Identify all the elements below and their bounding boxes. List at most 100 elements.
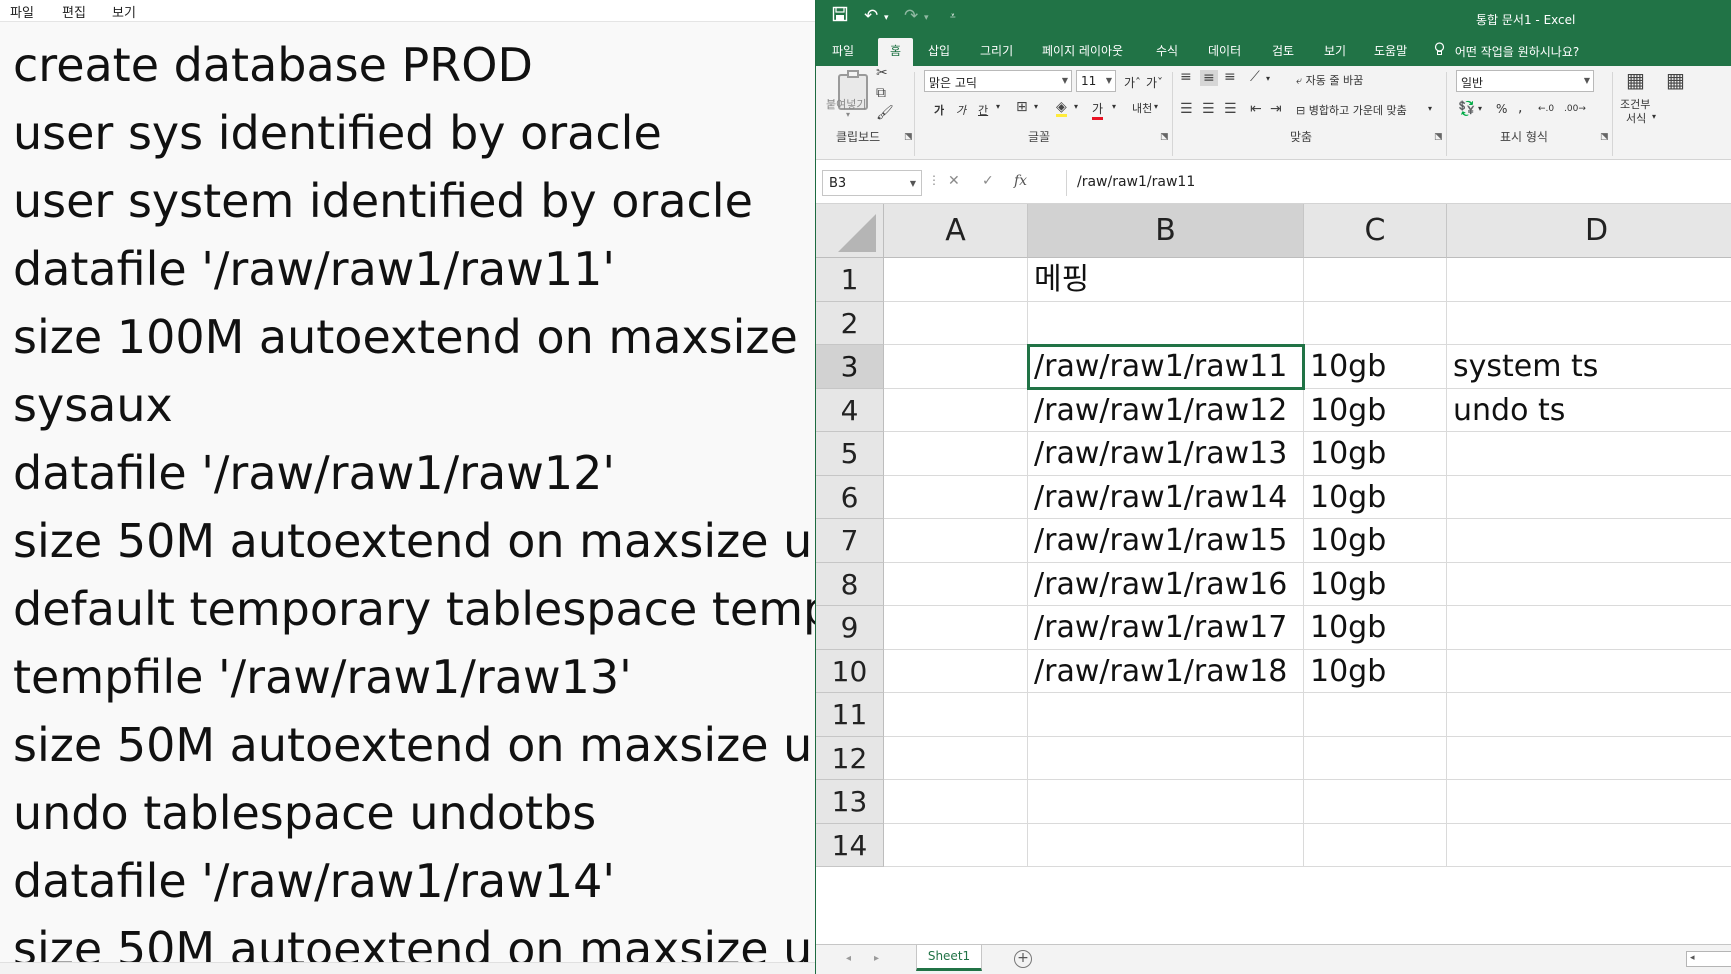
- cell-d13[interactable]: [1447, 780, 1731, 824]
- cell-d12[interactable]: [1447, 737, 1731, 780]
- row-header[interactable]: 2: [816, 301, 884, 345]
- cell-c13[interactable]: [1304, 780, 1447, 824]
- cell-b13[interactable]: [1028, 780, 1304, 824]
- row-header[interactable]: 12: [816, 736, 884, 780]
- cell-c10[interactable]: 10gb: [1304, 649, 1447, 693]
- cell-a6[interactable]: [884, 475, 1028, 519]
- menu-view[interactable]: 보기: [112, 2, 136, 21]
- cell-a1[interactable]: [884, 258, 1028, 302]
- cell-c2[interactable]: [1304, 301, 1447, 345]
- customize-toolbar-icon[interactable]: ⩡: [950, 11, 956, 22]
- cell-b12[interactable]: [1028, 736, 1304, 780]
- row-header[interactable]: 13: [816, 780, 884, 824]
- cell-b2[interactable]: [1028, 301, 1304, 345]
- fill-color-icon[interactable]: ◈: [1056, 100, 1067, 117]
- cell-c12[interactable]: [1304, 736, 1447, 780]
- cell-c6[interactable]: 10gb: [1304, 475, 1447, 519]
- cut-icon[interactable]: ✂: [876, 66, 888, 80]
- cell-d4[interactable]: undo ts: [1447, 389, 1731, 432]
- worksheet-grid[interactable]: A B C D 1 메핑 2 3/raw/raw1/raw11 10gb system t…: [816, 204, 1731, 944]
- cell-b7[interactable]: /raw/raw1/raw15: [1028, 519, 1304, 563]
- align-bottom-icon[interactable]: ≡: [1224, 70, 1236, 84]
- phonetic-guide-icon[interactable]: 내천: [1132, 100, 1152, 116]
- borders-dropdown-icon[interactable]: ▾: [1034, 102, 1038, 111]
- cell-d3[interactable]: system ts: [1447, 345, 1731, 389]
- undo-dropdown-icon[interactable]: ▾: [884, 13, 889, 23]
- cell-d5[interactable]: [1447, 432, 1731, 476]
- column-header-d[interactable]: D: [1447, 204, 1731, 258]
- cell-c3[interactable]: 10gb: [1304, 345, 1447, 389]
- align-left-icon[interactable]: ☰: [1180, 102, 1193, 116]
- cell-d11[interactable]: [1447, 693, 1731, 737]
- cell-b3[interactable]: /raw/raw1/raw11: [1028, 345, 1304, 389]
- cell-c14[interactable]: [1304, 823, 1447, 867]
- comma-style-button[interactable]: ,: [1518, 100, 1522, 116]
- cell-a4[interactable]: [884, 388, 1028, 432]
- borders-icon[interactable]: ⊞: [1016, 100, 1028, 114]
- percent-style-button[interactable]: %: [1496, 102, 1507, 116]
- cell-a7[interactable]: [884, 519, 1028, 563]
- merge-dropdown-icon[interactable]: ▾: [1428, 104, 1432, 113]
- underline-dropdown-icon[interactable]: ▾: [996, 102, 1000, 111]
- cell-d7[interactable]: [1447, 519, 1731, 563]
- name-box[interactable]: B3 ▼: [822, 170, 922, 196]
- tab-review[interactable]: 검토: [1272, 42, 1294, 59]
- row-header[interactable]: 9: [816, 606, 884, 650]
- number-launcher-icon[interactable]: ⬔: [1600, 132, 1609, 142]
- cell-b11[interactable]: [1028, 693, 1304, 737]
- cell-a13[interactable]: [884, 780, 1028, 824]
- cancel-icon[interactable]: ✕: [948, 173, 960, 189]
- cell-a11[interactable]: [884, 693, 1028, 737]
- row-header[interactable]: 10: [816, 649, 884, 693]
- cell-d2[interactable]: [1447, 302, 1731, 345]
- row-header[interactable]: 8: [816, 562, 884, 606]
- row-header[interactable]: 3: [816, 345, 884, 389]
- cell-c4[interactable]: 10gb: [1304, 388, 1447, 432]
- format-painter-icon[interactable]: 🖌: [876, 106, 894, 120]
- align-right-icon[interactable]: ☰: [1224, 102, 1237, 116]
- cell-c9[interactable]: 10gb: [1304, 606, 1447, 650]
- cell-b5[interactable]: /raw/raw1/raw13: [1028, 432, 1304, 476]
- redo-icon[interactable]: ↷: [904, 6, 918, 26]
- formula-input[interactable]: /raw/raw1/raw11: [1066, 170, 1731, 196]
- accounting-dropdown-icon[interactable]: ▾: [1478, 104, 1482, 113]
- paste-dropdown-icon[interactable]: ▾: [846, 110, 850, 119]
- font-size-select[interactable]: 11 ▼: [1076, 70, 1116, 92]
- format-as-table-icon[interactable]: ▦: [1666, 70, 1685, 90]
- column-header-b[interactable]: B: [1028, 204, 1304, 258]
- number-format-select[interactable]: 일반 ▼: [1456, 70, 1594, 92]
- cell-a8[interactable]: [884, 562, 1028, 606]
- cell-d14[interactable]: [1447, 824, 1731, 867]
- conditional-dropdown-icon[interactable]: ▾: [1652, 112, 1656, 121]
- row-header[interactable]: 4: [816, 388, 884, 432]
- cell-c11[interactable]: [1304, 693, 1447, 737]
- tab-insert[interactable]: 삽입: [928, 42, 950, 59]
- copy-icon[interactable]: ⧉: [876, 86, 886, 100]
- menu-edit[interactable]: 편집: [62, 2, 86, 21]
- tab-home[interactable]: 홈: [878, 38, 914, 66]
- tab-data[interactable]: 데이터: [1208, 42, 1241, 59]
- cell-b6[interactable]: /raw/raw1/raw14: [1028, 475, 1304, 519]
- clipboard-launcher-icon[interactable]: ⬔: [904, 132, 913, 142]
- underline-button[interactable]: 간: [978, 102, 988, 118]
- prev-sheet-icon[interactable]: ◂: [846, 953, 851, 964]
- wrap-text-button[interactable]: ⤶ 자동 줄 바꿈: [1296, 72, 1363, 88]
- cell-b1[interactable]: 메핑: [1028, 258, 1304, 302]
- cell-d6[interactable]: [1447, 476, 1731, 519]
- save-icon[interactable]: [832, 6, 848, 27]
- row-header[interactable]: 7: [816, 519, 884, 563]
- accounting-format-icon[interactable]: 💱: [1458, 102, 1475, 116]
- column-header-c[interactable]: C: [1304, 204, 1447, 258]
- phonetic-dropdown-icon[interactable]: ▾: [1154, 102, 1158, 111]
- scroll-left-icon[interactable]: ◂: [1690, 953, 1695, 963]
- select-all-corner[interactable]: [816, 204, 884, 258]
- cell-a14[interactable]: [884, 823, 1028, 867]
- cell-b8[interactable]: /raw/raw1/raw16: [1028, 562, 1304, 606]
- increase-font-icon[interactable]: 가ˆ: [1124, 74, 1141, 91]
- insert-function-icon[interactable]: fx: [1014, 173, 1027, 189]
- bold-button[interactable]: 가: [934, 102, 944, 118]
- align-middle-icon[interactable]: ≡: [1200, 70, 1218, 86]
- add-sheet-icon[interactable]: +: [1014, 950, 1032, 968]
- horizontal-scrollbar[interactable]: ◂: [1686, 951, 1731, 967]
- cell-c7[interactable]: 10gb: [1304, 519, 1447, 563]
